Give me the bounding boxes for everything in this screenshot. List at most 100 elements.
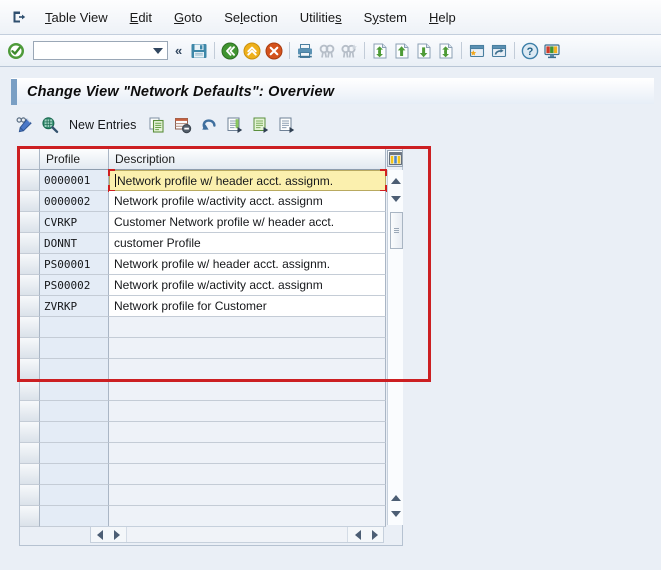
find-next-icon[interactable] — [338, 39, 360, 63]
command-input[interactable] — [37, 42, 153, 59]
cell-description[interactable] — [109, 317, 386, 338]
table-row[interactable]: DONNT customer Profile — [20, 233, 386, 254]
table-row[interactable]: PS00001 Network profile w/ header acct. a… — [20, 254, 386, 275]
table-row-empty[interactable] — [20, 506, 386, 527]
copy-as-icon[interactable] — [144, 113, 170, 137]
table-row-empty[interactable] — [20, 359, 386, 380]
scroll-right-icon[interactable] — [108, 527, 125, 542]
save-icon[interactable] — [188, 39, 210, 63]
row-selector-cell[interactable] — [20, 464, 40, 485]
scroll-left-icon[interactable] — [91, 527, 108, 542]
enter-check-icon[interactable] — [7, 42, 25, 60]
table-row-empty[interactable] — [20, 485, 386, 506]
column-header-profile[interactable]: Profile — [40, 149, 109, 170]
menu-item-help[interactable]: Help — [418, 8, 467, 27]
row-selector-cell[interactable] — [20, 380, 40, 401]
delete-icon[interactable] — [170, 113, 196, 137]
table-row-empty[interactable] — [20, 422, 386, 443]
back-green-icon[interactable] — [219, 39, 241, 63]
cell-description[interactable] — [109, 443, 386, 464]
table-row[interactable]: PS00002 Network profile w/activity acct. … — [20, 275, 386, 296]
cell-profile[interactable] — [40, 380, 109, 401]
scroll-down-icon[interactable] — [388, 192, 404, 206]
table-row-empty[interactable] — [20, 380, 386, 401]
horizontal-scroll-track[interactable] — [126, 527, 348, 542]
row-selector-cell[interactable] — [20, 506, 40, 527]
row-selector-cell[interactable] — [20, 233, 40, 254]
cell-profile[interactable] — [40, 359, 109, 380]
table-row-empty[interactable] — [20, 338, 386, 359]
menu-item-goto[interactable]: Goto — [163, 8, 213, 27]
cell-profile[interactable]: CVRKP — [40, 212, 109, 233]
cell-profile[interactable] — [40, 338, 109, 359]
cell-profile[interactable] — [40, 464, 109, 485]
cell-profile[interactable] — [40, 443, 109, 464]
previous-page-icon[interactable] — [391, 39, 413, 63]
row-selector-cell[interactable] — [20, 170, 40, 191]
cell-description[interactable]: Network profile for Customer — [109, 296, 386, 317]
print-icon[interactable] — [294, 39, 316, 63]
exit-yellow-icon[interactable] — [241, 39, 263, 63]
menu-item-utilities[interactable]: Utilities — [289, 8, 353, 27]
cell-profile[interactable]: 0000002 — [40, 191, 109, 212]
column-header-description[interactable]: Description — [109, 149, 386, 170]
table-settings-icon[interactable] — [387, 150, 403, 167]
cell-description[interactable]: Network profile w/activity acct. assignm — [109, 191, 386, 212]
table-row-empty[interactable] — [20, 401, 386, 422]
cell-description[interactable] — [109, 359, 386, 380]
cell-profile[interactable] — [40, 422, 109, 443]
select-block-icon[interactable] — [274, 113, 300, 137]
scroll-right-end-icon[interactable] — [366, 527, 383, 542]
row-selector-cell[interactable] — [20, 422, 40, 443]
cancel-red-icon[interactable] — [263, 39, 285, 63]
scroll-up-bottom-icon[interactable] — [388, 491, 404, 505]
cell-profile[interactable]: ZVRKP — [40, 296, 109, 317]
chevron-down-icon[interactable] — [153, 47, 163, 54]
cell-profile[interactable] — [40, 506, 109, 527]
next-page-icon[interactable] — [413, 39, 435, 63]
scroll-down-bottom-icon[interactable] — [388, 507, 404, 521]
scroll-up-icon[interactable] — [388, 174, 404, 188]
create-shortcut-icon[interactable] — [488, 39, 510, 63]
row-selector-cell[interactable] — [20, 275, 40, 296]
cell-profile[interactable]: PS00002 — [40, 275, 109, 296]
row-selector-cell[interactable] — [20, 191, 40, 212]
row-selector-cell[interactable] — [20, 485, 40, 506]
cell-description[interactable] — [109, 401, 386, 422]
cell-description[interactable]: Network profile w/activity acct. assignm — [109, 275, 386, 296]
select-all-icon[interactable] — [222, 113, 248, 137]
menu-item-selection[interactable]: Selection — [213, 8, 289, 27]
cell-description[interactable] — [109, 464, 386, 485]
cell-profile[interactable]: DONNT — [40, 233, 109, 254]
grid-horizontal-scrollbar[interactable] — [90, 526, 384, 543]
row-selector-cell[interactable] — [20, 212, 40, 233]
row-selector-cell[interactable] — [20, 317, 40, 338]
customize-local-layout-icon[interactable] — [541, 39, 563, 63]
table-row[interactable]: CVRKP Customer Network profile w/ header … — [20, 212, 386, 233]
cell-profile[interactable]: 0000001 — [40, 170, 109, 191]
first-page-icon[interactable] — [369, 39, 391, 63]
row-selector-cell[interactable] — [20, 401, 40, 422]
table-row-empty[interactable] — [20, 464, 386, 485]
menu-item-edit[interactable]: Edit — [119, 8, 163, 27]
cell-description[interactable]: Customer Network profile w/ header acct. — [109, 212, 386, 233]
cell-profile[interactable] — [40, 317, 109, 338]
row-selector-cell[interactable] — [20, 254, 40, 275]
collapse-toolbar-button[interactable]: « — [175, 43, 182, 58]
command-field[interactable] — [33, 41, 168, 60]
table-row[interactable]: ZVRKP Network profile for Customer — [20, 296, 386, 317]
cell-description[interactable] — [109, 380, 386, 401]
row-selector-cell[interactable] — [20, 338, 40, 359]
find-icon[interactable] — [316, 39, 338, 63]
create-session-icon[interactable] — [466, 39, 488, 63]
select-layout-icon[interactable] — [37, 113, 63, 137]
display-change-icon[interactable] — [11, 113, 37, 137]
table-row-empty[interactable] — [20, 317, 386, 338]
cell-description[interactable] — [109, 338, 386, 359]
cell-profile[interactable] — [40, 485, 109, 506]
cell-profile[interactable]: PS00001 — [40, 254, 109, 275]
new-entries-button[interactable]: New Entries — [69, 118, 136, 132]
table-row[interactable]: 0000002 Network profile w/activity acct. … — [20, 191, 386, 212]
cell-description[interactable]: Network profile w/ header acct. assignm. — [108, 169, 387, 192]
cell-description[interactable] — [109, 485, 386, 506]
